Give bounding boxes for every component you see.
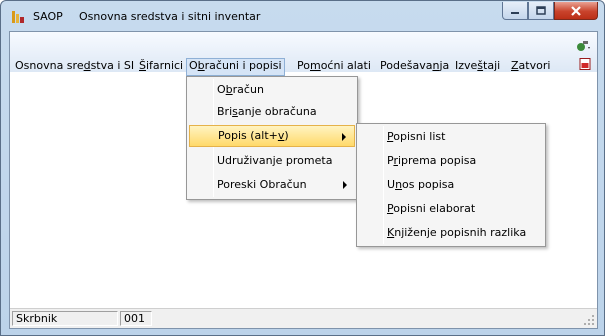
menu-item-label: O — [217, 83, 226, 96]
menu-obracuni-i-popisi[interactable]: Obračuni i popisi — [186, 58, 285, 76]
menu-item-knjizenje-popisnih-razlika[interactable]: Knjiženje popisnih razlika — [359, 222, 543, 244]
menu-item-label: njiženje popisnih razlika — [394, 226, 527, 239]
menu-item-label: Poreski Obračun — [217, 178, 307, 191]
menu-bar: Osnovna sredstva i SI Šifarnici Obračuni… — [10, 32, 597, 76]
menu-label: stva i SI — [90, 59, 135, 72]
window-title: Osnovna sredstva i sitni inventar — [79, 10, 261, 23]
minimize-button[interactable] — [502, 2, 528, 20]
menu-accel: n — [395, 178, 403, 191]
menu-item-brisanje-obracuna[interactable]: Brisanje obračuna — [189, 101, 355, 123]
pdf-icon[interactable] — [579, 58, 591, 70]
menu-item-label: anje obračuna — [237, 105, 317, 118]
menu-podesavanja[interactable]: Podešavanja — [377, 58, 452, 76]
menu-label: Po — [297, 59, 310, 72]
menu-item-udruzivanje-prometa[interactable]: Udruživanje prometa — [189, 150, 355, 172]
popis-submenu: Popisni list Priprema popisa Unos popisa… — [356, 123, 546, 247]
menu-item-popisni-list[interactable]: Popisni list — [359, 126, 543, 148]
menu-item-label: opisni elaborat — [393, 202, 476, 215]
status-skrbnik-value: 001 — [120, 311, 152, 326]
menu-accel: d — [83, 59, 91, 72]
menu-accel: Š — [139, 59, 146, 72]
menu-item-popis[interactable]: Popis (alt+v) — [189, 125, 355, 147]
close-button[interactable] — [554, 2, 598, 20]
minimize-icon — [511, 11, 519, 14]
menu-item-label: iprema popisa — [397, 154, 477, 167]
menu-item-obracun[interactable]: Obračun — [189, 79, 355, 101]
menu-item-poreski-obracun[interactable]: Poreski Obračun — [189, 174, 355, 196]
menu-label: ja — [439, 59, 450, 72]
submenu-arrow-icon — [342, 133, 346, 141]
menu-item-label: os popisa — [402, 178, 455, 191]
menu-item-label: Bri — [217, 105, 233, 118]
saop-app-icon — [12, 11, 24, 23]
resize-grip-icon[interactable] — [583, 314, 595, 326]
submenu-arrow-icon — [343, 181, 347, 189]
menu-zatvori[interactable]: Zatvori — [508, 58, 553, 76]
menu-label: računi i popisi — [204, 59, 282, 72]
client-area: Osnovna sredstva i SI Šifarnici Obračuni… — [9, 31, 598, 329]
menu-izvestaji[interactable]: Izveštaji — [452, 58, 503, 76]
menu-pomocni-alati[interactable]: Pomoćni alati — [294, 58, 374, 76]
app-name: SAOP — [33, 10, 63, 23]
menu-label: O — [189, 59, 198, 72]
menu-item-label: Popis (alt+ — [218, 129, 278, 142]
menu-item-label: račun — [232, 83, 264, 96]
status-bar: Skrbnik 001 — [10, 308, 597, 328]
menu-label: ifarnici — [145, 59, 184, 72]
menu-item-priprema-popisa[interactable]: Priprema popisa — [359, 150, 543, 172]
maximize-button[interactable] — [528, 2, 554, 20]
menu-label: Osnovna sre — [15, 59, 84, 72]
menu-accel: b — [225, 83, 233, 96]
menu-item-label: ) — [284, 129, 289, 142]
menu-label: atvori — [518, 59, 551, 72]
obracuni-dropdown-menu: Obračun Brisanje obračuna Popis (alt+v) … — [186, 76, 358, 200]
status-skrbnik-label: Skrbnik — [12, 311, 118, 326]
menu-item-label: opisni list — [393, 130, 446, 143]
menu-item-unos-popisa[interactable]: Unos popisa — [359, 174, 543, 196]
menu-accel: b — [197, 59, 205, 72]
menu-item-popisni-elaborat[interactable]: Popisni elaborat — [359, 198, 543, 220]
menu-sifarnici[interactable]: Šifarnici — [136, 58, 186, 76]
menu-osnovna-sredstva[interactable]: Osnovna sredstva i SI — [12, 58, 137, 76]
close-icon — [571, 5, 581, 16]
menu-accel: Z — [511, 59, 519, 72]
menu-item-label: Udruživanje prometa — [217, 154, 333, 167]
title-bar[interactable]: SAOP Osnovna sredstva i sitni inventar — [1, 1, 604, 31]
menu-label: oćni alati — [320, 59, 371, 72]
app-window: SAOP Osnovna sredstva i sitni inventar O… — [0, 0, 605, 336]
maximize-icon — [536, 6, 546, 15]
menu-label: Podešava — [380, 59, 433, 72]
menu-item-label: U — [387, 178, 396, 191]
menu-label: taji — [483, 59, 501, 72]
menu-label: Izve — [455, 59, 478, 72]
menu-accel: m — [309, 59, 321, 72]
window-controls — [502, 2, 598, 20]
tools-icon[interactable] — [575, 39, 591, 53]
